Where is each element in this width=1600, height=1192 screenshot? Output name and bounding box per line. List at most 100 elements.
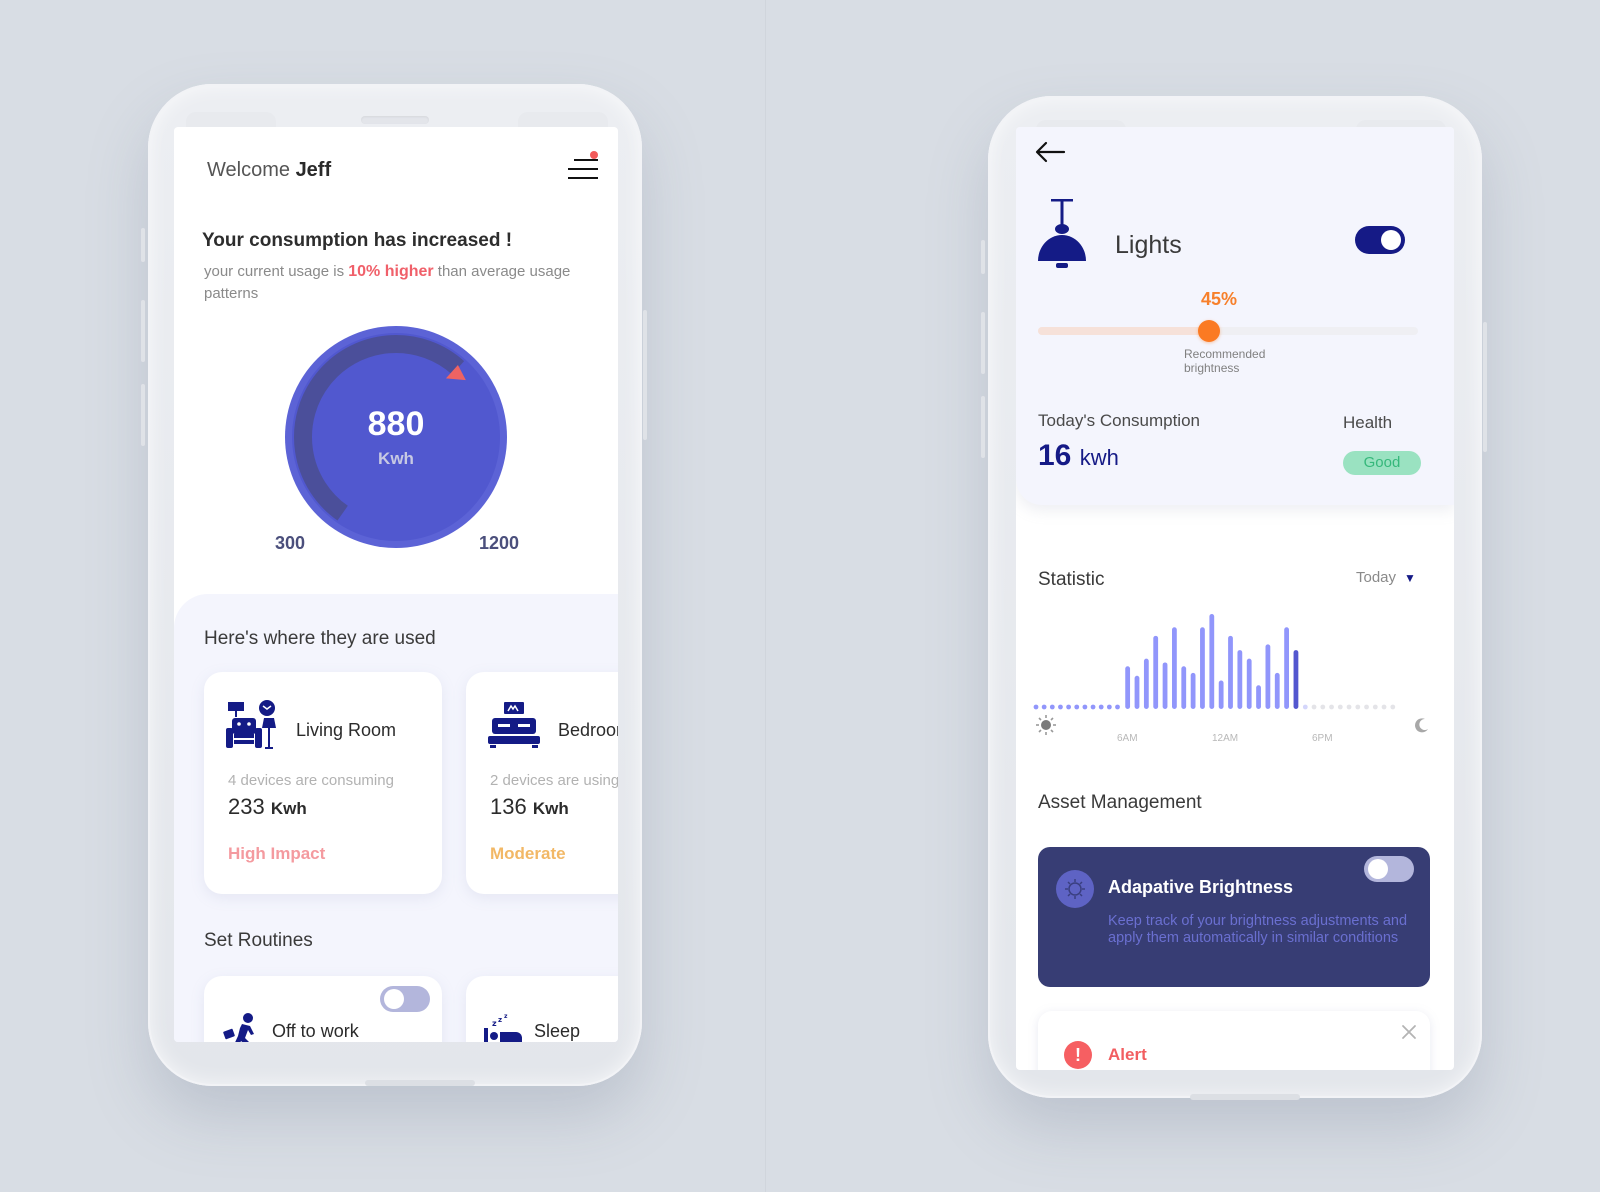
routine-card-sleep[interactable]: z z z Sleep bbox=[466, 976, 618, 1042]
phone-notch-right bbox=[518, 112, 608, 128]
menu-button[interactable] bbox=[566, 151, 598, 183]
phone-bottom-edge bbox=[1190, 1094, 1300, 1100]
phone-volume-up-button bbox=[141, 300, 145, 362]
notification-dot-icon bbox=[590, 151, 598, 159]
asset-management-title: Asset Management bbox=[1038, 792, 1202, 813]
room-card-bedroom[interactable]: Bedroom 2 devices are using 136 Kwh Mode… bbox=[466, 672, 618, 894]
phone-volume-down-button bbox=[141, 384, 145, 446]
chart-future-slot-dot bbox=[1381, 704, 1387, 710]
close-icon[interactable] bbox=[1400, 1023, 1418, 1041]
device-detail-screen: Lights 45% Recommended brightness Today'… bbox=[1016, 127, 1454, 1070]
chart-empty-slot-dot bbox=[1115, 704, 1120, 710]
living-room-icon bbox=[226, 700, 276, 749]
x-tick-label: 6AM bbox=[1117, 733, 1138, 744]
consumption-number: 16 bbox=[1038, 439, 1072, 472]
phone-speaker bbox=[361, 116, 429, 124]
chart-bar bbox=[1228, 635, 1233, 709]
usage-panel: Here's where they are used Living Room 4… bbox=[174, 594, 618, 1042]
consumption-unit: kwh bbox=[1079, 445, 1119, 470]
usage-increase-highlight: 10% higher bbox=[348, 263, 434, 280]
subtitle-text-before: your current usage is bbox=[204, 263, 345, 280]
phone-power-button bbox=[643, 310, 647, 440]
gauge-min-label: 300 bbox=[275, 533, 306, 553]
room-consumption: 136 Kwh bbox=[490, 794, 569, 820]
health-label: Health bbox=[1343, 413, 1393, 432]
room-impact-label: Moderate bbox=[490, 844, 566, 863]
back-arrow-icon[interactable] bbox=[1034, 139, 1068, 165]
alert-label: Alert bbox=[1108, 1045, 1147, 1064]
usage-section-title: Here's where they are used bbox=[204, 628, 436, 649]
phone-power-button bbox=[1483, 322, 1487, 452]
routines-section-title: Set Routines bbox=[204, 930, 313, 951]
room-impact-label: High Impact bbox=[228, 844, 326, 863]
chart-bar bbox=[1284, 627, 1289, 709]
caret-down-icon: ▼ bbox=[1404, 571, 1416, 585]
svg-text:z: z bbox=[492, 1019, 497, 1028]
health-status-badge: Good bbox=[1343, 451, 1421, 475]
background-divider bbox=[765, 0, 766, 1192]
hamburger-line bbox=[568, 177, 598, 179]
room-kwh-value: 136 bbox=[490, 794, 527, 819]
chart-empty-slot-dot bbox=[1090, 704, 1096, 710]
pendant-lamp-icon bbox=[1038, 199, 1086, 268]
statistic-title: Statistic bbox=[1038, 569, 1105, 590]
chart-future-slot-dot bbox=[1355, 704, 1361, 710]
chart-bar bbox=[1265, 644, 1271, 709]
phone-mute-button bbox=[981, 240, 985, 274]
chart-bar bbox=[1125, 666, 1131, 709]
user-name: Jeff bbox=[295, 159, 332, 181]
chart-bar bbox=[1181, 666, 1187, 709]
welcome-prefix: Welcome bbox=[207, 159, 290, 181]
room-device-count: 2 devices are using bbox=[490, 772, 618, 789]
routine-name: Sleep bbox=[534, 1021, 581, 1041]
chart-bar bbox=[1162, 662, 1168, 709]
phone-volume-up-button bbox=[981, 312, 985, 374]
brightness-percent: 45% bbox=[1201, 289, 1238, 309]
brightness-slider-handle[interactable] bbox=[1198, 320, 1220, 342]
chart-bar bbox=[1209, 614, 1215, 709]
chart-bar bbox=[1218, 680, 1224, 709]
gauge-unit: Kwh bbox=[378, 449, 414, 468]
brightness-slider[interactable] bbox=[1038, 320, 1418, 342]
room-name: Living Room bbox=[296, 720, 397, 740]
consumption-gauge: 880 Kwh bbox=[284, 325, 508, 549]
chart-future-slot-dot bbox=[1337, 704, 1343, 710]
chart-empty-slot-dot bbox=[1049, 704, 1055, 710]
phone-bottom-edge bbox=[365, 1080, 475, 1086]
chart-bar bbox=[1143, 658, 1149, 709]
chart-empty-slot-dot bbox=[1041, 704, 1047, 710]
today-consumption-value: 16 kwh bbox=[1038, 439, 1119, 473]
sun-icon bbox=[1036, 715, 1056, 735]
room-card-living-room[interactable]: Living Room 4 devices are consuming 233 … bbox=[204, 672, 442, 894]
phone-notch-left bbox=[186, 112, 276, 128]
toggle-knob bbox=[384, 989, 404, 1009]
chart-bar bbox=[1256, 685, 1261, 709]
asset-card-title: Adapative Brightness bbox=[1108, 877, 1294, 897]
chart-bar bbox=[1246, 658, 1252, 709]
toggle-knob bbox=[1368, 859, 1388, 879]
adaptive-brightness-toggle[interactable] bbox=[1364, 856, 1414, 882]
routine-card-off-to-work[interactable]: Off to work bbox=[204, 976, 442, 1042]
welcome-greeting: Welcome Jeff bbox=[207, 159, 331, 182]
chart-empty-slot-dot bbox=[1033, 704, 1039, 710]
room-kwh-unit: Kwh bbox=[532, 799, 569, 818]
routine-name: Off to work bbox=[272, 1021, 359, 1041]
chart-bar bbox=[1190, 672, 1196, 709]
routine-toggle-off-to-work[interactable] bbox=[380, 986, 430, 1012]
gauge-value: 880 bbox=[367, 405, 425, 443]
toggle-knob bbox=[1381, 230, 1401, 250]
chart-empty-slot-dot bbox=[1058, 704, 1063, 710]
walking-person-icon bbox=[223, 1013, 254, 1042]
chart-empty-slot-dot bbox=[1066, 704, 1071, 710]
range-selected-value: Today bbox=[1356, 569, 1397, 586]
home-screen: Welcome Jeff Your consumption has increa… bbox=[174, 127, 618, 1042]
brightness-gear-icon bbox=[1056, 870, 1094, 908]
lights-power-toggle[interactable] bbox=[1355, 226, 1405, 254]
chart-bar bbox=[1153, 635, 1159, 709]
device-title: Lights bbox=[1115, 231, 1182, 259]
recommended-brightness-label: Recommended brightness bbox=[1184, 347, 1266, 375]
chart-empty-slot-dot bbox=[1098, 704, 1104, 710]
range-dropdown[interactable]: Today ▼ bbox=[1356, 569, 1416, 586]
chart-empty-slot-dot bbox=[1074, 704, 1080, 710]
chart-future-slot-dot bbox=[1364, 704, 1369, 710]
